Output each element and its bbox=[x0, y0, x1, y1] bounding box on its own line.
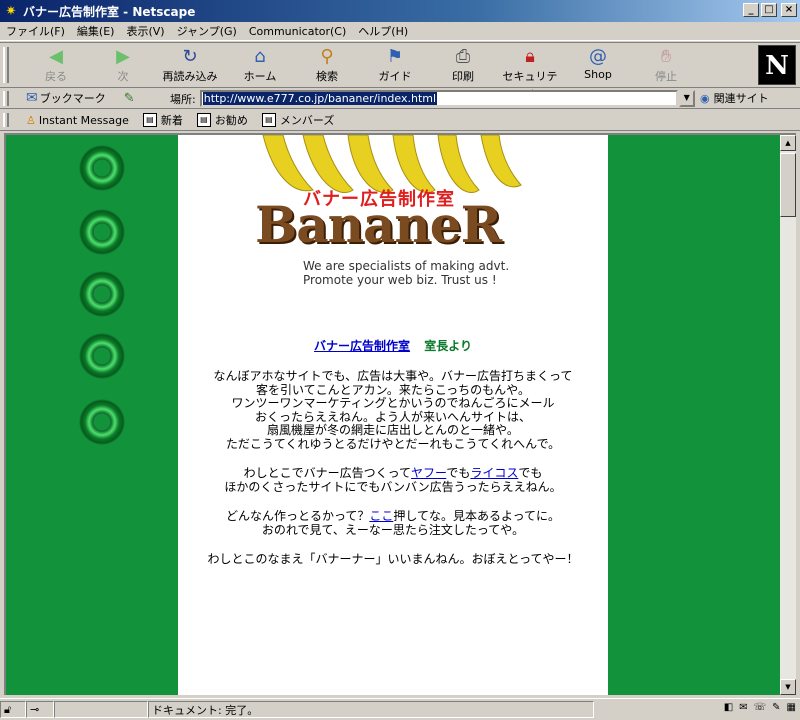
bananer-banner: バナー広告制作室 BananeR We are specialists of m… bbox=[243, 135, 543, 295]
maximize-button[interactable]: □ bbox=[761, 3, 777, 17]
guide-button[interactable]: ⚑ ガイド bbox=[365, 46, 425, 86]
status-bar: 🔓︎ ⊸ ドキュメント: 完了。 ◧ ✉ ☏ ✎ ▦ bbox=[0, 698, 800, 720]
connection-icon: ⊸ bbox=[26, 701, 54, 718]
netscape-app-icon: ✷ bbox=[5, 3, 17, 19]
forward-button[interactable]: ▶ 次 bbox=[93, 46, 153, 86]
back-button[interactable]: ◀ 戻る bbox=[26, 46, 86, 86]
search-button[interactable]: ⚲ 検索 bbox=[297, 46, 357, 86]
progress-area bbox=[54, 701, 148, 718]
scroll-down-button[interactable]: ▼ bbox=[780, 679, 796, 695]
location-toolbar: ✉ ブックマーク ✎ 場所: http://www.e777.co.jp/ban… bbox=[0, 89, 800, 109]
back-arrow-icon: ◀ bbox=[49, 46, 63, 67]
personal-grip[interactable] bbox=[3, 113, 9, 127]
bookmark-page-icon: ▤ bbox=[261, 113, 276, 127]
reload-button[interactable]: ↻ 再読み込み bbox=[160, 46, 220, 86]
location-field-group: 場所: http://www.e777.co.jp/bananer/index.… bbox=[170, 90, 695, 107]
navigation-toolbar: ◀ 戻る ▶ 次 ↻ 再読み込み ⌂ ホーム ⚲ 検索 ⚑ ガイド ⎙ 印刷 🔒… bbox=[0, 42, 800, 99]
security-lock-icon[interactable]: 🔓︎ bbox=[0, 701, 26, 718]
printer-icon: ⎙ bbox=[455, 46, 471, 67]
bookmark-page-icon: ▤ bbox=[142, 113, 157, 127]
members-link[interactable]: ▤ メンバーズ bbox=[261, 112, 334, 128]
mail-icon[interactable]: ✉ bbox=[739, 702, 747, 713]
right-green-column bbox=[608, 135, 780, 695]
navigator-icon[interactable]: ◧ bbox=[724, 702, 733, 713]
netscape-logo[interactable]: N bbox=[758, 45, 796, 85]
status-text: ドキュメント: 完了。 bbox=[148, 701, 594, 718]
home-icon: ⌂ bbox=[254, 46, 266, 67]
menu-file[interactable]: ファイル(F) bbox=[6, 23, 65, 39]
minimize-button[interactable]: _ bbox=[743, 3, 759, 17]
menu-bar: ファイル(F) 編集(E) 表示(V) ジャンプ(G) Communicator… bbox=[0, 22, 800, 41]
content-column: バナー広告制作室 BananeR We are specialists of m… bbox=[178, 135, 608, 695]
composer-icon[interactable]: ✎ bbox=[772, 702, 780, 713]
window-controls: _ □ × bbox=[743, 3, 797, 17]
lock-icon: 🔒︎ bbox=[525, 46, 535, 67]
lycos-link[interactable]: ライコス bbox=[470, 466, 518, 480]
yahoo-link[interactable]: ヤフー bbox=[411, 466, 446, 480]
title-bar: ✷ バナー広告制作室 - Netscape _ □ × bbox=[0, 0, 800, 22]
url-text: http://www.e777.co.jp/bananer/index.html bbox=[202, 92, 438, 105]
shop-button[interactable]: @ Shop bbox=[568, 46, 628, 86]
related-sites-button[interactable]: ◉ 関連サイト bbox=[700, 90, 769, 106]
component-bar: ◧ ✉ ☏ ✎ ▦ bbox=[724, 702, 796, 713]
green-ring-icon[interactable] bbox=[78, 207, 126, 259]
message-paragraph-4: わしとこのなまえ「バナーナー」いいまんねん。おぼえとってやー！ bbox=[207, 552, 579, 566]
url-input[interactable]: http://www.e777.co.jp/bananer/index.html bbox=[199, 90, 678, 107]
guide-icon: ⚑ bbox=[386, 46, 404, 67]
bookmark-page-icon: ▤ bbox=[196, 113, 211, 127]
stop-icon: ✋︎ bbox=[660, 46, 672, 67]
page-viewport[interactable]: バナー広告制作室 BananeR We are specialists of m… bbox=[4, 133, 780, 695]
personal-toolbar: ♙ Instant Message ▤ 新着 ▤ お勧め ▤ メンバーズ bbox=[0, 110, 800, 131]
window-title: バナー広告制作室 - Netscape bbox=[23, 4, 196, 19]
green-ring-icon[interactable] bbox=[78, 269, 126, 321]
close-button[interactable]: × bbox=[781, 3, 797, 17]
home-button[interactable]: ⌂ ホーム bbox=[230, 46, 290, 86]
shop-icon: @ bbox=[589, 46, 607, 67]
message-paragraph-3: どんなん作っとるかって？ここ押してな。見本あるよってに。 おのれで見て、えーなー… bbox=[225, 509, 561, 537]
security-button[interactable]: 🔒︎ セキュリティ bbox=[500, 46, 560, 99]
location-label: 場所: bbox=[170, 92, 196, 106]
location-grip[interactable] bbox=[3, 91, 9, 106]
menu-go[interactable]: ジャンプ(G) bbox=[177, 23, 237, 39]
left-green-column bbox=[6, 135, 177, 695]
menu-help[interactable]: ヘルプ(H) bbox=[358, 23, 408, 39]
menu-view[interactable]: 表示(V) bbox=[126, 23, 164, 39]
related-sites-icon: ◉ bbox=[700, 91, 710, 105]
scroll-up-button[interactable]: ▲ bbox=[780, 135, 796, 151]
recommend-link[interactable]: ▤ お勧め bbox=[196, 112, 248, 128]
print-button[interactable]: ⎙ 印刷 bbox=[433, 46, 493, 86]
message-paragraph-2: わしとこでバナー広告つくってヤフーでもライコスでも ほかのくさったサイトにでもバ… bbox=[224, 466, 562, 494]
menu-edit[interactable]: 編集(E) bbox=[77, 23, 115, 39]
green-ring-icon[interactable] bbox=[78, 331, 126, 383]
search-icon: ⚲ bbox=[320, 46, 334, 67]
instant-message-link[interactable]: ♙ Instant Message bbox=[26, 114, 129, 127]
url-dropdown-button[interactable]: ▼ bbox=[678, 90, 695, 107]
bananer-logo: BananeR bbox=[255, 195, 502, 254]
bookmarks-button[interactable]: ✉ ブックマーク ✎ bbox=[26, 90, 135, 106]
page-heading: バナー広告制作室 室長より bbox=[178, 337, 608, 354]
toolbar-grip[interactable] bbox=[3, 47, 9, 83]
samples-link[interactable]: ここ bbox=[369, 509, 393, 523]
menu-communicator[interactable]: Communicator(C) bbox=[249, 25, 346, 38]
forward-arrow-icon: ▶ bbox=[116, 46, 130, 67]
stop-button[interactable]: ✋︎ 停止 bbox=[636, 46, 696, 86]
banner-subtitle: We are specialists of making advt. Promo… bbox=[303, 259, 510, 287]
page-proxy-icon[interactable]: ✎ bbox=[124, 91, 135, 106]
from-director-label: 室長より bbox=[424, 339, 472, 353]
green-ring-icon[interactable] bbox=[78, 397, 126, 449]
message-paragraph-1: なんぼアホなサイトでも、広告は大事や。バナー広告打ちまくって 客を引いてこんとア… bbox=[213, 369, 573, 451]
banner-studio-link[interactable]: バナー広告制作室 bbox=[314, 339, 410, 353]
new-link[interactable]: ▤ 新着 bbox=[142, 112, 183, 128]
reload-icon: ↻ bbox=[182, 46, 198, 67]
addressbook-icon[interactable]: ▦ bbox=[787, 702, 796, 713]
scroll-thumb[interactable] bbox=[780, 153, 796, 217]
vertical-scrollbar[interactable]: ▲ ▼ bbox=[780, 133, 796, 695]
green-ring-icon[interactable] bbox=[78, 143, 126, 195]
person-icon: ♙ bbox=[26, 113, 36, 127]
bookmarks-icon: ✉ bbox=[26, 90, 38, 106]
discussion-icon[interactable]: ☏ bbox=[754, 702, 767, 713]
